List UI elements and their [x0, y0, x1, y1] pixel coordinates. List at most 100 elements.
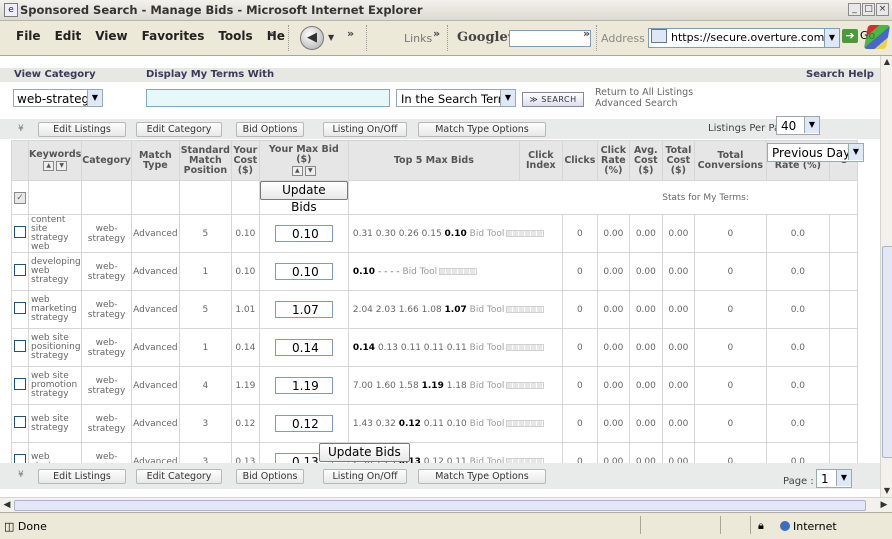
top5-bid: -: [384, 266, 388, 277]
sort-up-icon[interactable]: ▲: [43, 161, 55, 171]
horizontal-scroll-thumb[interactable]: [14, 500, 866, 511]
max-bid-input[interactable]: 0.10: [274, 263, 333, 280]
menu-edit[interactable]: Edit: [55, 29, 82, 43]
top5-cell: 0.10 - - - - Bid Tool: [347, 252, 563, 291]
scroll-right-icon[interactable]: ▶: [878, 499, 890, 511]
vertical-scrollbar[interactable]: ▲ ▼: [880, 56, 892, 497]
top5-bid: 1.60: [375, 380, 396, 391]
address-dropdown-icon[interactable]: ▼: [824, 28, 840, 48]
sort-down-icon[interactable]: ▼: [304, 166, 316, 176]
match-type-cell: Advanced: [130, 328, 180, 367]
header-clicks: Clicks: [561, 140, 598, 181]
google-overflow-icon[interactable]: »: [583, 27, 590, 40]
max-bid-input[interactable]: 1.19: [274, 377, 333, 394]
sort-down-icon[interactable]: ▼: [56, 161, 68, 171]
listings-per-page-value: 40: [781, 119, 797, 133]
row-checkbox[interactable]: [14, 226, 26, 238]
position-cell: 5: [178, 290, 232, 329]
expand-icon[interactable]: ¥: [18, 470, 24, 480]
click-index-meter: [506, 305, 545, 313]
menu-tools[interactable]: Tools: [218, 29, 252, 43]
top5-bid: 2.03: [375, 304, 396, 315]
top5-bid: 0.32: [375, 418, 396, 429]
status-text: ◫ Done: [4, 520, 47, 533]
back-icon[interactable]: ◀: [300, 26, 324, 50]
address-bar[interactable]: https://secure.overture.com/p4p/: [648, 28, 826, 48]
match-scope-select[interactable]: In the Search Term ▼: [396, 89, 516, 107]
row-checkbox[interactable]: [14, 340, 26, 352]
menu-overflow-icon[interactable]: »: [268, 27, 275, 40]
minimize-icon[interactable]: _: [848, 3, 861, 16]
stats-period-select[interactable]: Previous Day ▼: [767, 143, 864, 162]
bid-options-button[interactable]: Bid Options: [236, 122, 304, 137]
bid-options-button-bottom[interactable]: Bid Options: [236, 469, 304, 484]
top5-bid: 0.13: [377, 342, 398, 353]
google-toolbar-button[interactable]: Google▾: [457, 30, 514, 45]
toolbar-overflow-icon[interactable]: »: [347, 27, 354, 40]
edit-listings-button[interactable]: Edit Listings: [38, 122, 126, 137]
return-to-all-listings-link[interactable]: Return to All Listings: [595, 87, 693, 98]
match-type-options-button[interactable]: Match Type Options: [418, 122, 546, 137]
collapse-icon[interactable]: ¥: [18, 124, 24, 134]
menu-view[interactable]: View: [95, 29, 127, 43]
search-help-link[interactable]: Search Help: [806, 69, 874, 80]
match-scope-value: In the Search Term: [401, 92, 509, 106]
vertical-scroll-thumb[interactable]: [882, 246, 892, 458]
google-search-input[interactable]: [509, 30, 591, 47]
page-icon: [651, 29, 667, 43]
header-avg-cost: Avg. Cost ($): [628, 140, 663, 181]
menu-favorites[interactable]: Favorites: [142, 29, 205, 43]
row-checkbox[interactable]: [14, 378, 26, 390]
max-bid-input[interactable]: 1.07: [274, 301, 333, 318]
term-search-input[interactable]: [146, 89, 390, 107]
edit-category-button[interactable]: Edit Category: [136, 122, 222, 137]
close-icon[interactable]: ×: [876, 3, 889, 16]
header-total-cost: Total Cost ($): [661, 140, 695, 181]
select-cell: [11, 252, 29, 291]
edit-listings-button-bottom[interactable]: Edit Listings: [38, 469, 126, 484]
advanced-search-link[interactable]: Advanced Search: [595, 98, 693, 109]
listings-per-page-select[interactable]: 40 ▼: [776, 116, 820, 135]
listing-onoff-button[interactable]: Listing On/Off: [323, 122, 407, 137]
header-keywords[interactable]: Keywords ▲ ▼: [27, 140, 83, 181]
search-button[interactable]: ≫ SEARCH: [522, 92, 584, 107]
links-overflow-icon[interactable]: »: [433, 27, 440, 40]
bid-tool-link[interactable]: Bid Tool: [470, 343, 505, 353]
avg-cost-cell: 0.00: [628, 252, 663, 291]
category-select[interactable]: web-strategy ▼: [13, 89, 103, 107]
bid-tool-link[interactable]: Bid Tool: [470, 419, 505, 429]
top5-cell: 1.43 0.32 0.12 0.11 0.10 Bid Tool: [347, 404, 563, 443]
cut-column-cell: [828, 366, 858, 405]
scroll-down-icon[interactable]: ▼: [881, 485, 892, 497]
back-dropdown-icon[interactable]: ▼: [328, 33, 334, 42]
chevron-down-icon: ▼: [848, 144, 863, 160]
scroll-left-icon[interactable]: ◀: [1, 499, 13, 511]
select-all-checkbox[interactable]: ✓: [14, 191, 26, 204]
cut-column-cell: [828, 328, 858, 367]
bid-tool-link[interactable]: Bid Tool: [470, 229, 505, 239]
edit-category-button-bottom[interactable]: Edit Category: [136, 469, 222, 484]
top5-bid: 0.26: [398, 228, 419, 239]
update-bids-button[interactable]: Update Bids: [259, 181, 348, 214]
menu-file[interactable]: File: [16, 29, 41, 43]
row-checkbox[interactable]: [14, 416, 26, 428]
sort-up-icon[interactable]: ▲: [291, 166, 303, 176]
max-bid-input[interactable]: 0.10: [274, 225, 333, 242]
row-checkbox[interactable]: [14, 302, 26, 314]
horizontal-scrollbar[interactable]: ◀ ▶: [0, 497, 892, 512]
max-bid-input[interactable]: 0.12: [274, 415, 333, 432]
header-keywords-label: Keywords: [29, 149, 82, 160]
listing-onoff-button-bottom[interactable]: Listing On/Off: [323, 469, 407, 484]
update-bids-button-bottom[interactable]: Update Bids: [319, 443, 410, 462]
bid-tool-link[interactable]: Bid Tool: [402, 267, 437, 277]
scroll-up-icon[interactable]: ▲: [881, 56, 892, 68]
match-type-options-button-bottom[interactable]: Match Type Options: [418, 469, 546, 484]
max-bid-input[interactable]: 0.14: [274, 339, 333, 356]
page-select[interactable]: 1 ▼: [816, 469, 852, 488]
row-checkbox[interactable]: [14, 264, 26, 276]
links-label[interactable]: Links: [404, 32, 432, 45]
bid-tool-link[interactable]: Bid Tool: [470, 381, 505, 391]
bid-tool-link[interactable]: Bid Tool: [470, 305, 505, 315]
maximize-icon[interactable]: □: [862, 3, 875, 16]
stats-label: Stats for My Terms:: [662, 192, 749, 203]
